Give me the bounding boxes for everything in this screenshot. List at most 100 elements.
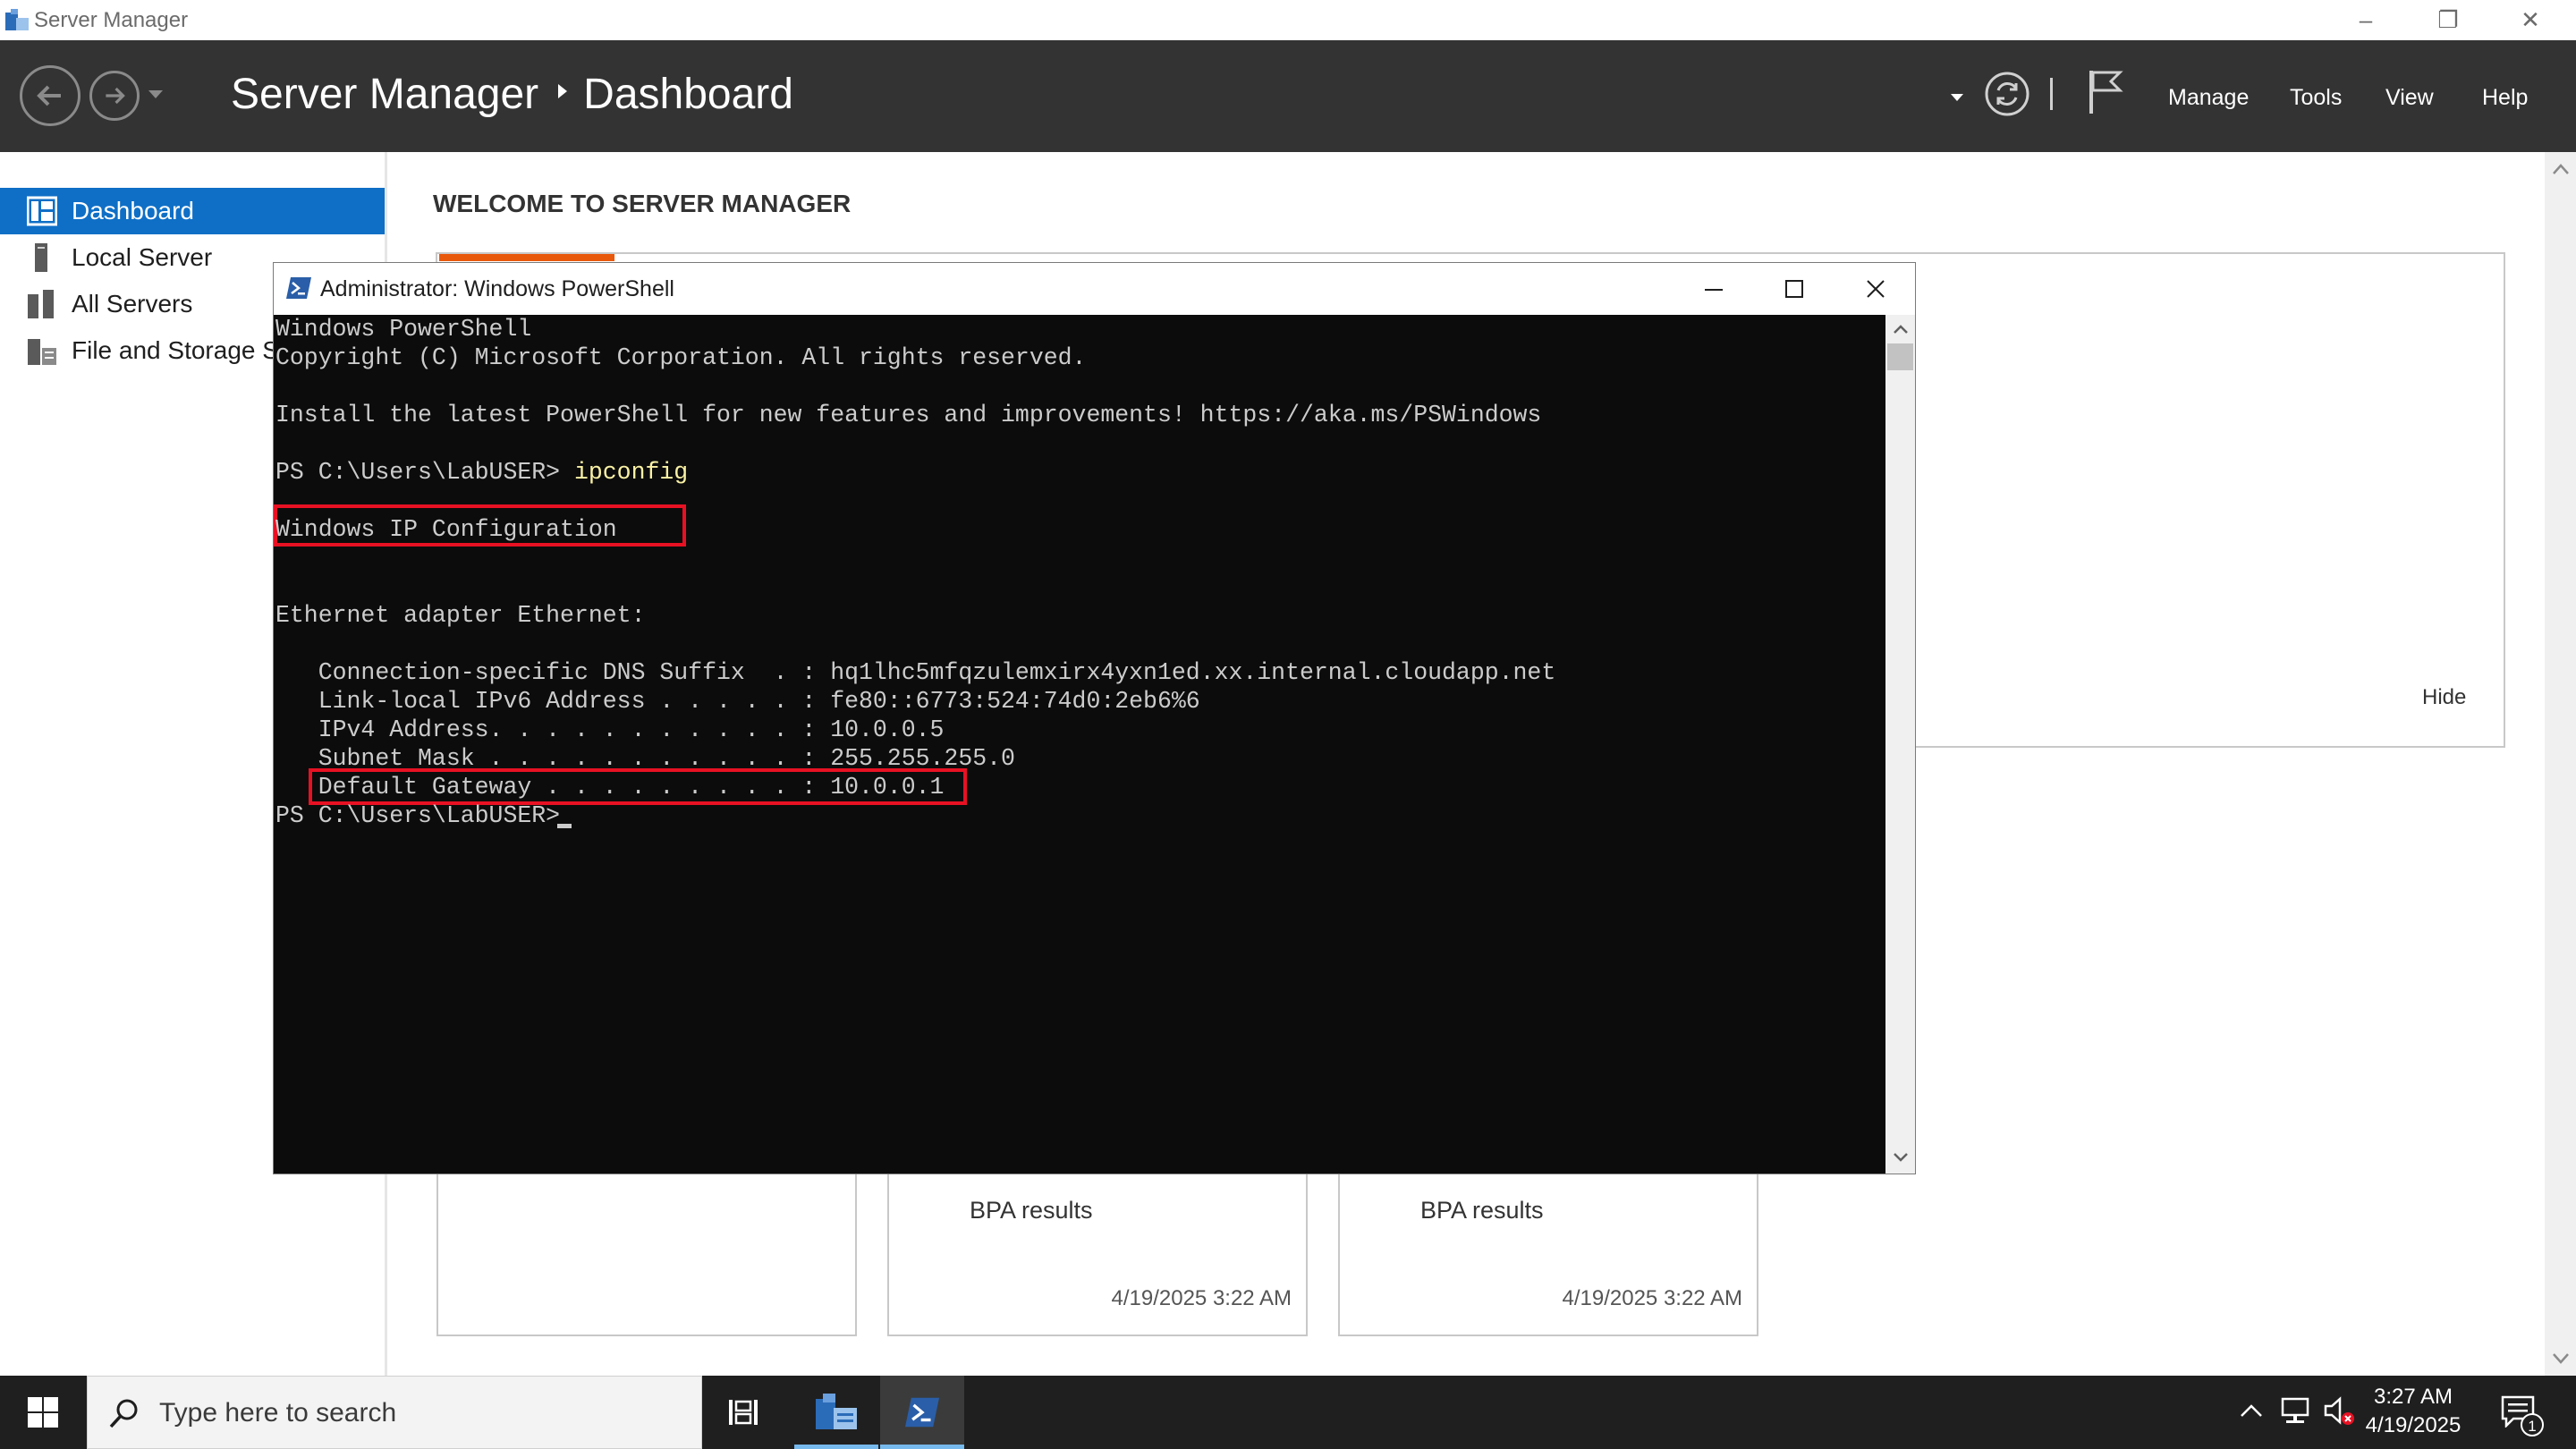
task-view-button[interactable] [702,1376,786,1449]
quick-start-tab-accent [439,254,614,261]
console-line: Windows PowerShell [275,316,532,343]
window-title: Server Manager [34,8,189,32]
app-running-indicator [794,1445,878,1449]
main-scrollbar[interactable] [2545,152,2576,1376]
server-tile[interactable] [436,1170,857,1336]
menu-help[interactable]: Help [2482,83,2528,112]
powershell-console[interactable]: Windows PowerShell Copyright (C) Microso… [274,315,1885,1174]
tile-timestamp: 4/19/2025 3:22 AM [1111,1286,1292,1310]
notifications-flag-button[interactable] [2084,69,2123,115]
refresh-button[interactable] [1984,71,2030,117]
console-line: Windows IP Configuration [275,516,617,543]
command-text: ipconfig [573,459,689,486]
history-dropdown-icon[interactable] [147,89,165,101]
console-line: Connection-specific DNS Suffix . : hq1lh… [275,659,1556,686]
restore-icon: ❐ [2437,6,2459,33]
sidebar-item-label: Dashboard [72,197,194,225]
scroll-up-icon[interactable] [1893,324,1909,335]
taskbar-clock[interactable]: 3:27 AM 4/19/2025 [2351,1383,2476,1440]
server-manager-icon [816,1394,857,1429]
console-line-ipv4: IPv4 Address. . . . . . . . . . . : 10.0… [275,716,945,743]
menu-tools[interactable]: Tools [2290,83,2342,112]
taskbar-powershell[interactable] [880,1376,964,1449]
close-icon [1867,280,1885,298]
clock-time: 3:27 AM [2373,1385,2453,1409]
ps-maximize-button[interactable] [1754,263,1835,315]
scroll-thumb[interactable] [1887,343,1913,370]
breadcrumb-separator-icon [558,84,568,99]
minimize-icon [1705,289,1723,291]
minimize-icon: – [2359,6,2373,33]
powershell-window[interactable]: Administrator: Windows PowerShell Window… [273,262,1916,1174]
search-icon [109,1399,138,1428]
clock-date: 4/19/2025 [2365,1413,2462,1437]
tile-label[interactable]: BPA results [970,1197,1093,1224]
forward-button[interactable] [89,71,140,121]
sidebar-item-label: Local Server [72,243,213,271]
ps-minimize-button[interactable] [1674,263,1754,315]
powershell-app-icon [286,277,311,299]
server-manager-app-icon [5,9,29,30]
scroll-up-icon[interactable] [2552,163,2570,175]
menu-view[interactable]: View [2385,83,2434,112]
header-dropdown-icon[interactable] [1950,92,1964,103]
breadcrumb: Server Manager Dashboard [231,67,793,123]
taskbar-server-manager[interactable] [794,1376,878,1449]
tile-label[interactable]: BPA results [1420,1197,1544,1224]
forward-arrow-icon [106,87,125,105]
flag-icon [2089,71,2123,114]
notification-count-badge: 1 [2521,1413,2544,1436]
powershell-title: Administrator: Windows PowerShell [320,276,674,301]
server-tile[interactable]: BPA results 4/19/2025 3:22 AM [1338,1170,1758,1336]
ps-close-button[interactable] [1835,263,1916,315]
search-placeholder: Type here to search [159,1398,397,1428]
console-line: Link-local IPv6 Address . . . . . : fe80… [275,688,1200,715]
sidebar-item-dashboard[interactable]: Dashboard [0,188,385,234]
console-line: Subnet Mask . . . . . . . . . . . : 255.… [275,745,1015,772]
powershell-scrollbar[interactable] [1885,315,1915,1174]
console-line: PS C:\Users\LabUSER> [275,802,574,829]
taskbar: Type here to search 3:27 AM 4/19/2025 1 [0,1376,2576,1449]
sidebar-item-label: File and Storage Se [72,336,293,364]
server-manager-titlebar: Server Manager – ❐ ✕ [0,0,2576,40]
server-tile[interactable]: BPA results 4/19/2025 3:22 AM [887,1170,1308,1336]
scroll-down-icon[interactable] [2552,1352,2570,1365]
action-center-button[interactable]: 1 [2496,1390,2546,1436]
task-view-icon [729,1400,758,1425]
menu-manage[interactable]: Manage [2168,83,2249,112]
console-prompt-line: PS C:\Users\LabUSER> ipconfig [275,458,688,487]
console-line: Default Gateway . . . . . . . . . : 10.0… [275,774,945,801]
console-line: Ethernet adapter Ethernet: [275,602,646,629]
show-hidden-icons-icon[interactable] [2240,1402,2263,1419]
taskbar-search-box[interactable]: Type here to search [87,1376,702,1449]
scroll-down-icon[interactable] [1893,1152,1909,1163]
file-storage-icon [28,339,56,365]
windows-logo-icon [28,1397,58,1428]
minimize-button[interactable]: – [2326,0,2406,40]
back-arrow-icon [37,85,61,106]
close-icon: ✕ [2521,6,2540,33]
back-button[interactable] [20,65,80,126]
network-icon[interactable] [2279,1397,2311,1426]
all-servers-icon [28,290,54,318]
dashboard-icon [27,196,57,226]
breadcrumb-page: Dashboard [583,71,793,118]
welcome-heading: WELCOME TO SERVER MANAGER [433,190,852,217]
start-button[interactable] [0,1376,86,1449]
maximize-icon [1785,280,1803,298]
powershell-icon [905,1397,939,1428]
console-line: Install the latest PowerShell for new fe… [275,402,1542,428]
local-server-icon [35,243,47,272]
sidebar-item-label: All Servers [72,290,193,318]
hide-welcome-link[interactable]: Hide [2422,685,2466,710]
prompt-text: PS C:\Users\LabUSER> [275,459,574,486]
tile-timestamp: 4/19/2025 3:22 AM [1562,1286,1743,1310]
server-manager-header: Server Manager Dashboard Manage Tools Vie… [0,40,2576,152]
refresh-icon [1985,72,2029,116]
header-divider [2050,78,2053,110]
close-button[interactable]: ✕ [2490,0,2571,40]
restore-button[interactable]: ❐ [2408,0,2488,40]
text-cursor [557,824,572,828]
breadcrumb-root: Server Manager [231,71,539,118]
powershell-titlebar[interactable]: Administrator: Windows PowerShell [274,263,1915,315]
